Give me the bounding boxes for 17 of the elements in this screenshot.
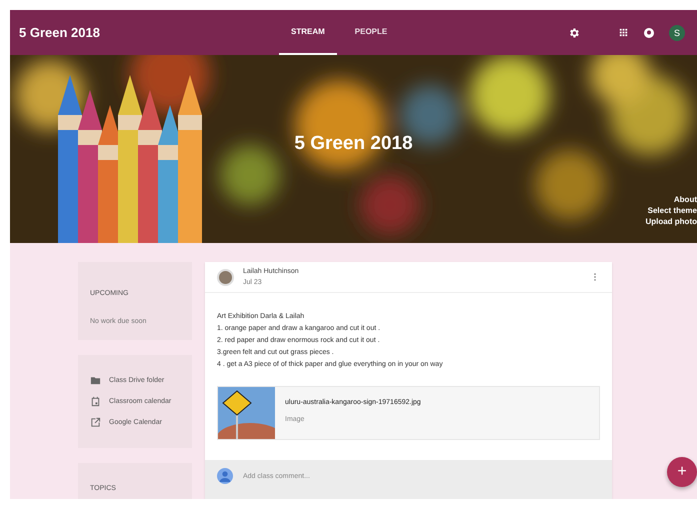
add-button[interactable]: +: [667, 457, 697, 487]
author-avatar: [217, 268, 234, 286]
image-thumbnail: [218, 387, 275, 439]
settings-icon[interactable]: [568, 26, 580, 38]
user-avatar-icon: [217, 468, 233, 484]
nav-tab[interactable]: PEOPLE: [342, 10, 400, 55]
apps-grid-icon[interactable]: [618, 27, 629, 38]
banner-link[interactable]: Upload photo: [645, 217, 697, 226]
user-avatar[interactable]: S: [669, 24, 685, 40]
banner-link[interactable]: About: [674, 195, 697, 204]
class-title: 5 Green 2018: [19, 25, 101, 40]
banner-link[interactable]: Select theme: [648, 206, 697, 215]
banner-title: 5 Green 2018: [294, 133, 413, 155]
external-link-icon: [90, 417, 101, 428]
folder-icon: [90, 375, 101, 386]
notification-icon[interactable]: [643, 26, 655, 38]
calendar-icon: [90, 396, 101, 407]
